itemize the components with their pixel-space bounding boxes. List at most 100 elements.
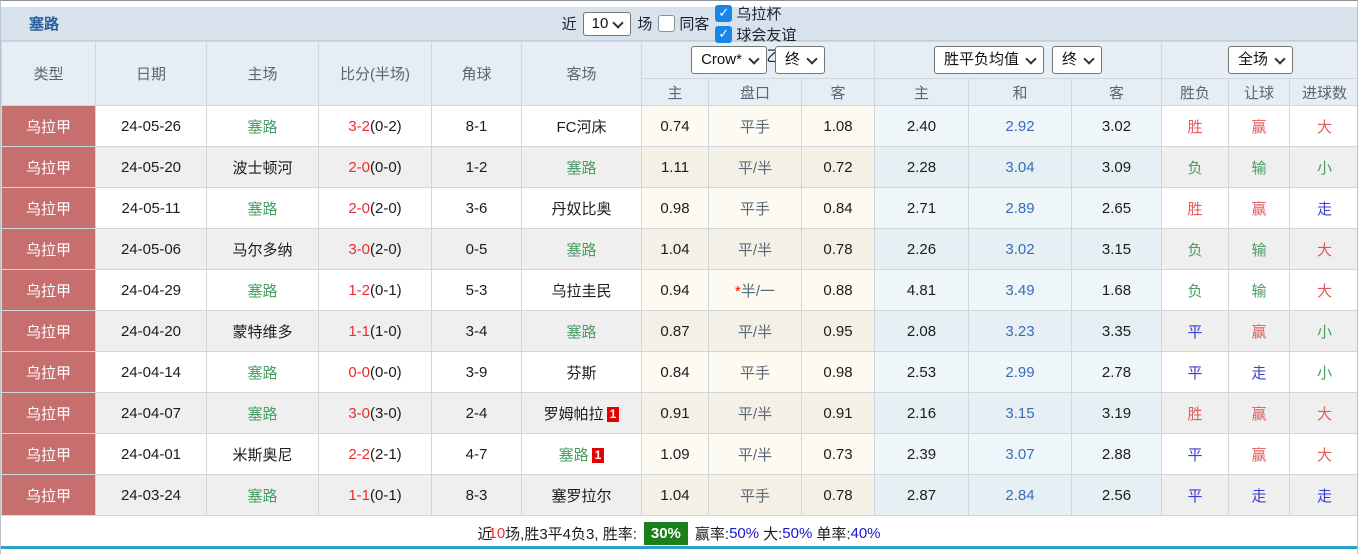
avg-home-cell: 2.26	[874, 228, 969, 270]
avg-away-cell: 3.02	[1071, 105, 1162, 147]
odds-provider-select[interactable]: Crow*	[691, 46, 767, 74]
odds-away-cell: 0.88	[801, 269, 875, 311]
avg-away-cell: 3.35	[1071, 310, 1162, 352]
avg-draw-cell: 2.89	[968, 187, 1072, 229]
score-cell: 0-0(0-0)	[318, 351, 432, 393]
table-row: 乌拉甲 24-04-07 塞路 3-0(3-0) 2-4 罗姆帕拉 1 0.91 平/半 0.91…	[1, 392, 1357, 434]
handicap-result-cell: 赢	[1228, 310, 1290, 352]
same-venue-filter[interactable]: 同客	[658, 13, 709, 34]
league-checkbox[interactable]: ✓	[715, 0, 732, 1]
summary-count: 10	[488, 525, 506, 542]
goals-result-cell: 大	[1288, 105, 1357, 147]
near-label: 近	[561, 16, 577, 33]
handicap-result-cell: 赢	[1228, 433, 1290, 475]
date-cell: 24-04-07	[95, 392, 207, 434]
odds-status-select[interactable]: 终	[774, 46, 825, 74]
single-label: 单率:	[816, 526, 851, 543]
avg-draw-cell: 3.02	[968, 228, 1072, 270]
odds-home-cell: 1.09	[641, 433, 709, 475]
win-odds-label: 赢率:	[694, 526, 730, 543]
league-cell: 乌拉甲	[1, 228, 96, 270]
handicap-cell: 平手	[708, 474, 802, 516]
home-team-cell: 马尔多纳	[206, 228, 319, 270]
handicap-result-cell: 赢	[1228, 105, 1290, 147]
avg-away-cell: 3.19	[1071, 392, 1162, 434]
league-filter[interactable]: ✓ 球会友谊	[715, 24, 796, 45]
goals-result-cell: 大	[1288, 269, 1357, 311]
league-checkbox[interactable]: ✓	[715, 4, 733, 22]
result-cell: 平	[1161, 433, 1229, 475]
corner-cell: 5-3	[431, 269, 522, 311]
corner-cell: 3-9	[431, 351, 522, 393]
handicap-result-cell: 输	[1228, 146, 1290, 188]
avg-type-select[interactable]: 胜平负均值	[933, 46, 1044, 74]
league-cell: 乌拉甲	[1, 310, 96, 352]
avg-home-cell: 2.08	[874, 310, 969, 352]
result-scope-select[interactable]: 全场	[1228, 46, 1294, 74]
avg-away-cell: 1.68	[1071, 269, 1162, 311]
goals-result-cell: 小	[1288, 351, 1357, 393]
odds-home-cell: 0.98	[641, 187, 709, 229]
table-row: 乌拉甲 24-04-29 塞路 1-2(0-1) 5-3 乌拉圭民 0.94 *半/一 0.88…	[1, 269, 1357, 311]
away-team-cell: 塞路	[521, 228, 642, 270]
table-row: 乌拉甲 24-05-11 塞路 2-0(2-0) 3-6 丹奴比奥 0.98 平手 0.84 2.…	[1, 187, 1357, 229]
away-team-cell: 塞路 1	[521, 433, 642, 475]
col-home: 主场	[206, 41, 319, 106]
team-title: 塞路	[29, 16, 60, 33]
away-team-cell: 塞路	[521, 146, 642, 188]
league-checkbox[interactable]: ✓	[715, 25, 733, 43]
league-cell: 乌拉甲	[1, 146, 96, 188]
odds-home-cell: 0.74	[641, 105, 709, 147]
avg-away-cell: 2.56	[1071, 474, 1162, 516]
odds-away-cell: 0.72	[801, 146, 875, 188]
match-table: 类型 日期 主场 比分(半场) 角球 客场 Crow* 终 胜平负均值 终 全场…	[1, 41, 1357, 516]
match-count-select[interactable]: 10	[582, 11, 632, 36]
league-cell: 乌拉甲	[1, 105, 96, 147]
avg-draw-cell: 3.04	[968, 146, 1072, 188]
date-cell: 24-04-20	[95, 310, 207, 352]
date-cell: 24-05-20	[95, 146, 207, 188]
score-cell: 2-2(2-1)	[318, 433, 432, 475]
league-cell: 乌拉甲	[1, 433, 96, 475]
odds-home-cell: 0.87	[641, 310, 709, 352]
away-team-cell: 罗姆帕拉 1	[521, 392, 642, 434]
goals-result-cell: 大	[1288, 392, 1357, 434]
col-type: 类型	[1, 41, 96, 106]
handicap-cell: 平/半	[708, 146, 802, 188]
score-cell: 1-2(0-1)	[318, 269, 432, 311]
subcol-odds-home: 主	[641, 78, 709, 106]
avg-home-cell: 2.39	[874, 433, 969, 475]
league-filter[interactable]: ✓ 乌拉杯	[715, 3, 796, 24]
handicap-cell: 平手	[708, 187, 802, 229]
score-cell: 3-0(3-0)	[318, 392, 432, 434]
handicap-result-cell: 赢	[1228, 187, 1290, 229]
away-team-cell: 丹奴比奥	[521, 187, 642, 229]
same-venue-checkbox[interactable]	[658, 15, 676, 32]
handicap-cell: 平/半	[708, 228, 802, 270]
away-team-cell: FC河床	[521, 105, 642, 147]
odds-away-cell: 0.84	[801, 187, 875, 229]
avg-home-cell: 2.53	[874, 351, 969, 393]
avg-draw-cell: 2.99	[968, 351, 1072, 393]
goals-result-cell: 走	[1288, 187, 1357, 229]
bottom-accent-line	[1, 546, 1357, 549]
league-cell: 乌拉甲	[1, 187, 96, 229]
result-group-header: 全场	[1160, 41, 1357, 79]
score-cell: 3-2(0-2)	[318, 105, 432, 147]
subcol-goals: 进球数	[1288, 78, 1357, 106]
avg-group-header: 胜平负均值 终	[874, 41, 1162, 79]
avg-status-select[interactable]: 终	[1052, 46, 1103, 74]
avg-draw-cell: 2.92	[968, 105, 1072, 147]
away-team-cell: 芬斯	[521, 351, 642, 393]
table-row: 乌拉甲 24-04-20 蒙特维多 1-1(1-0) 3-4 塞路 0.87 平/半 0.95 2…	[1, 310, 1357, 352]
big-pct: 50%	[782, 525, 813, 542]
avg-draw-cell: 3.15	[968, 392, 1072, 434]
match-history-panel: 塞路 近 10 场 同客 ✓乌拉甲✓乌拉杯✓球会友谊✓乌拉乙 类型 日期 主场 …	[0, 0, 1358, 554]
result-cell: 平	[1161, 474, 1229, 516]
col-date: 日期	[95, 41, 207, 106]
corner-cell: 8-3	[431, 474, 522, 516]
handicap-result-cell: 输	[1228, 228, 1290, 270]
avg-home-cell: 2.16	[874, 392, 969, 434]
league-cell: 乌拉甲	[1, 269, 96, 311]
result-cell: 平	[1161, 310, 1229, 352]
